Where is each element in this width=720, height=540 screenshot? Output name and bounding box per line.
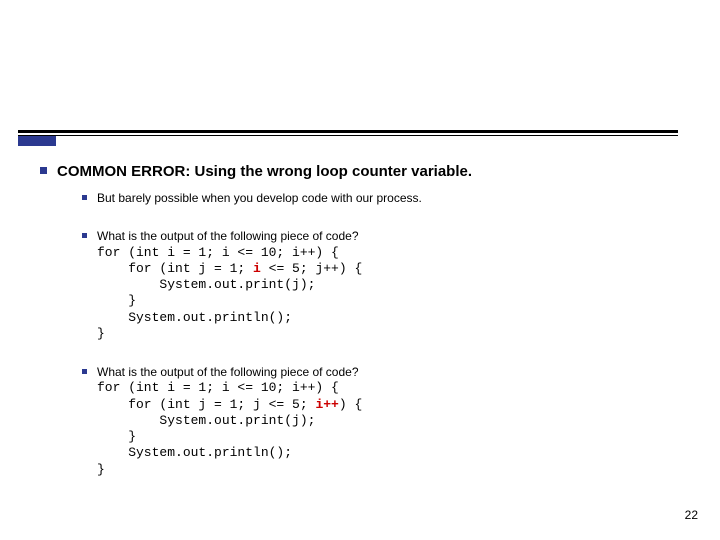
code-line: System.out.println(); xyxy=(97,310,362,326)
code-line: } xyxy=(97,429,362,445)
square-bullet-icon xyxy=(82,233,87,238)
code-line: for (int j = 1; j <= 5; i++) { xyxy=(97,397,362,413)
code-line: System.out.print(j); xyxy=(97,277,362,293)
page-number: 22 xyxy=(685,508,698,522)
code-line: System.out.println(); xyxy=(97,445,362,461)
question-2: What is the output of the following piec… xyxy=(97,364,362,380)
slide: COMMON ERROR: Using the wrong loop count… xyxy=(0,0,720,540)
content-area: COMMON ERROR: Using the wrong loop count… xyxy=(40,162,680,478)
bullet-level1: COMMON ERROR: Using the wrong loop count… xyxy=(40,162,680,182)
note-text: But barely possible when you develop cod… xyxy=(97,190,422,206)
square-bullet-icon xyxy=(82,195,87,200)
heading-text: COMMON ERROR: Using the wrong loop count… xyxy=(57,162,472,182)
code-line: for (int j = 1; i <= 5; j++) { xyxy=(97,261,362,277)
error-highlight: i++ xyxy=(315,397,338,412)
bullet-level2-code2: What is the output of the following piec… xyxy=(82,364,680,478)
rule-thin xyxy=(18,135,678,136)
error-highlight: i xyxy=(253,261,261,276)
code-block-2: What is the output of the following piec… xyxy=(97,364,362,478)
square-bullet-icon xyxy=(82,369,87,374)
bullet-level2-note: But barely possible when you develop cod… xyxy=(82,190,680,206)
code-line: } xyxy=(97,293,362,309)
code-line: for (int i = 1; i <= 10; i++) { xyxy=(97,245,362,261)
question-1: What is the output of the following piec… xyxy=(97,228,362,244)
rule-thick xyxy=(18,130,678,133)
bullet-level2-code1: What is the output of the following piec… xyxy=(82,228,680,342)
code-block-1: What is the output of the following piec… xyxy=(97,228,362,342)
code-line: } xyxy=(97,326,362,342)
code-line: } xyxy=(97,462,362,478)
code-line: for (int i = 1; i <= 10; i++) { xyxy=(97,380,362,396)
code-line: System.out.print(j); xyxy=(97,413,362,429)
accent-bar xyxy=(18,136,56,146)
header-rule xyxy=(18,130,678,136)
square-bullet-icon xyxy=(40,167,47,174)
